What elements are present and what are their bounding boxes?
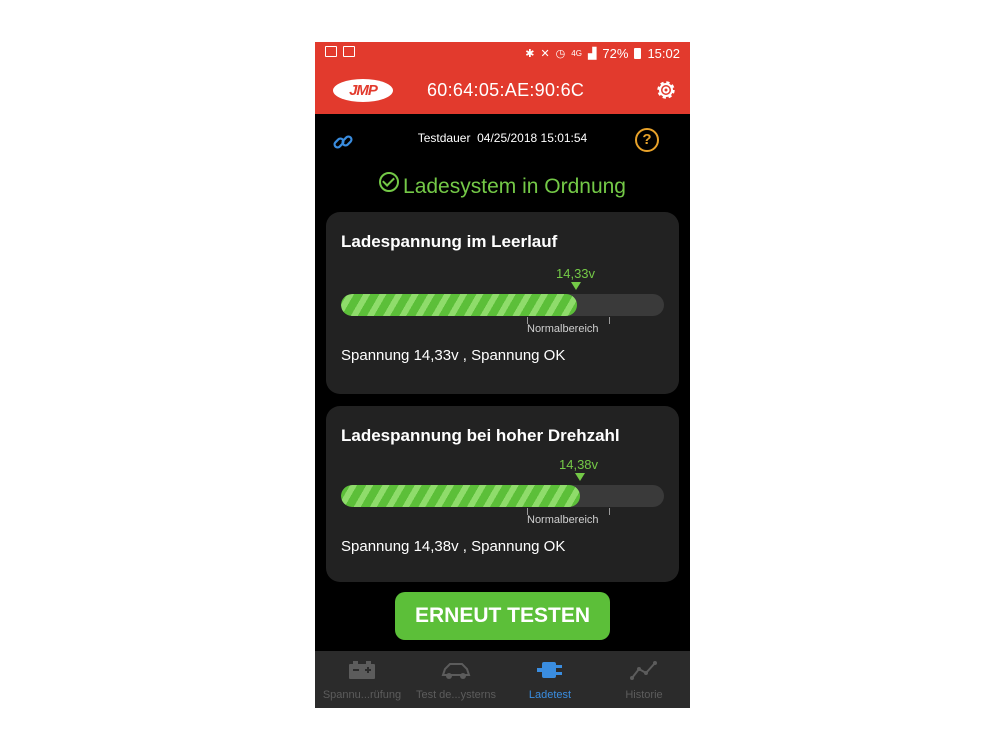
normal-range-label: Normalbereich — [527, 323, 599, 335]
card-status-text: Spannung 14,38v , Spannung OK — [341, 538, 566, 555]
range-tick-right — [609, 317, 610, 324]
idle-voltage-card: Ladespannung im Leerlauf 14,33v Normalbe… — [326, 212, 679, 394]
value-marker-arrow — [571, 282, 581, 290]
bluetooth-icon: ✱ — [525, 48, 535, 60]
network-type: 4G — [571, 49, 582, 58]
voltage-bar-track — [341, 485, 664, 507]
card-title: Ladespannung im Leerlauf — [341, 232, 558, 251]
nav-item-voltage-test[interactable]: Spannu...rüfung — [315, 651, 409, 708]
image-notification-icon — [325, 46, 337, 57]
mute-icon: ✕ — [540, 48, 550, 60]
high-rpm-voltage-card: Ladespannung bei hoher Drehzahl 14,38v N… — [326, 406, 679, 582]
plug-icon — [537, 662, 562, 678]
test-duration-label: Testdauer — [417, 131, 471, 145]
clock: 15:02 — [647, 46, 680, 61]
value-marker-arrow — [575, 473, 585, 481]
status-bar: ✱ ✕ ◷ 4G ▟ 72% 15:02 — [315, 42, 690, 66]
check-circle-icon — [379, 172, 400, 192]
bottom-navigation: Spannu...rüfung Test de...ysterns Ladete… — [315, 651, 690, 708]
retest-button[interactable]: ERNEUT TESTEN — [395, 592, 610, 640]
battery-percent: 72% — [602, 46, 629, 61]
alarm-icon: ◷ — [555, 48, 566, 60]
voltage-bar-fill — [341, 294, 577, 316]
overall-status: Ladesystem in Ordnung — [315, 172, 690, 199]
battery-icon — [634, 48, 642, 59]
test-duration-value: 04/25/2018 15:01:54 — [477, 131, 588, 145]
nav-label: Ladetest — [528, 689, 572, 701]
settings-gear-icon[interactable] — [654, 78, 678, 102]
phone-screen: ✱ ✕ ◷ 4G ▟ 72% 15:02 JMP 60:64:05:AE:90:… — [315, 42, 690, 708]
battery-icon — [349, 661, 375, 679]
nav-item-system-test[interactable]: Test de...ysterns — [409, 651, 503, 708]
nav-label: Historie — [625, 689, 663, 701]
device-id: 60:64:05:AE:90:6C — [427, 80, 585, 100]
signal-icon: ▟ — [587, 48, 597, 60]
overall-status-text: Ladesystem in Ordnung — [403, 175, 626, 198]
voltage-bar-track — [341, 294, 664, 316]
app-bar: JMP 60:64:05:AE:90:6C — [315, 66, 690, 114]
help-icon[interactable]: ? — [635, 128, 659, 152]
nav-label: Spannu...rüfung — [322, 689, 402, 701]
voltage-value-label: 14,33v — [556, 266, 596, 281]
voltage-bar-fill — [341, 485, 581, 507]
card-title: Ladespannung bei hoher Drehzahl — [341, 426, 620, 445]
range-tick-right — [609, 508, 610, 515]
history-chart-icon — [630, 661, 657, 680]
nav-label: Test de...ysterns — [415, 689, 497, 701]
nav-item-history[interactable]: Historie — [597, 651, 690, 708]
voltage-value-label: 14,38v — [559, 457, 599, 472]
car-icon — [441, 663, 471, 679]
file-notification-icon — [343, 46, 355, 57]
card-status-text: Spannung 14,33v , Spannung OK — [341, 347, 566, 364]
test-duration: Testdauer 04/25/2018 15:01:54 — [315, 131, 690, 145]
nav-item-charge-test[interactable]: Ladetest — [503, 651, 597, 708]
normal-range-label: Normalbereich — [527, 514, 599, 526]
jmp-logo: JMP — [333, 79, 393, 102]
